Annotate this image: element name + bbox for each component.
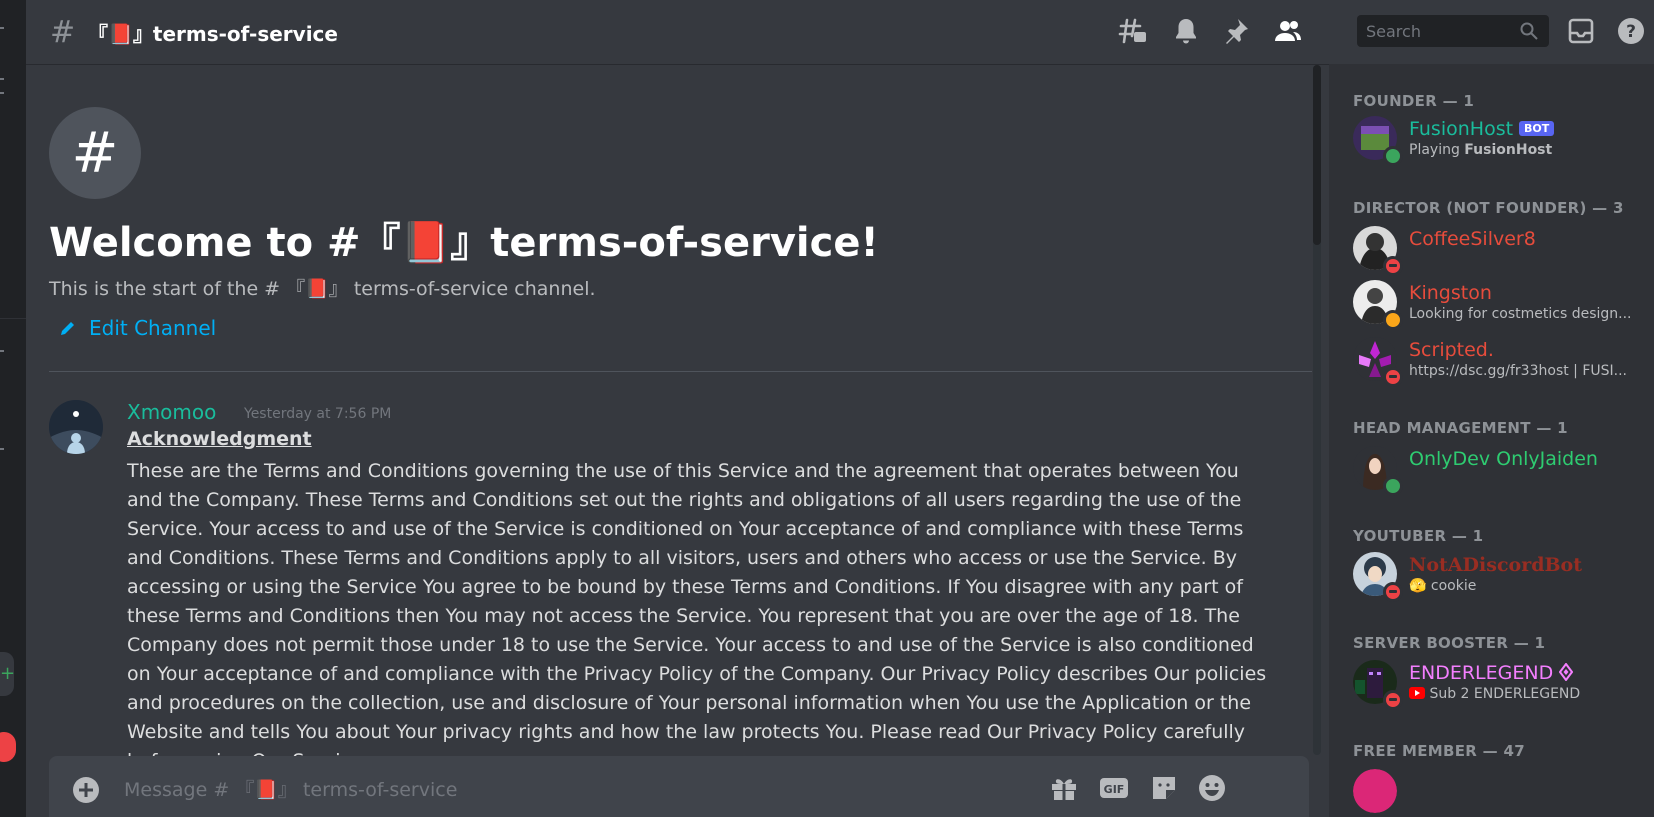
member-activity: 🫣 cookie [1409, 578, 1477, 594]
message-heading: Acknowledgment [127, 428, 312, 450]
custom-status-emoji: 🫣 [1409, 578, 1427, 594]
member-item[interactable]: Kingston Looking for costmetics design..… [1353, 280, 1643, 330]
search-box[interactable]: Search [1357, 15, 1549, 47]
role-header-head-management: HEAD MANAGEMENT — 1 [1353, 419, 1568, 437]
server-indicator [0, 448, 4, 450]
help-icon[interactable]: ? [1616, 16, 1646, 46]
status-dnd-indicator [1383, 690, 1403, 710]
role-header-director: DIRECTOR (NOT FOUNDER) — 3 [1353, 199, 1624, 217]
welcome-subtitle: This is the start of the # 『📕』 terms-of-… [49, 278, 596, 300]
member-item[interactable]: Scripted. https://dsc.gg/fr33host | FUSI… [1353, 337, 1643, 387]
role-header-free-member: FREE MEMBER — 47 [1353, 742, 1525, 760]
nitro-boost-icon [1559, 662, 1574, 682]
message-composer[interactable]: Message # 『📕』 terms-of-service GIF [49, 756, 1309, 817]
message-author[interactable]: Xmomoo [127, 400, 216, 424]
server-indicator [0, 92, 4, 94]
svg-text:?: ? [1626, 22, 1636, 42]
member-activity: Looking for costmetics design... [1409, 306, 1632, 322]
server-indicator [0, 78, 4, 80]
svg-text:GIF: GIF [1104, 783, 1125, 796]
threads-icon[interactable] [1118, 16, 1148, 46]
status-idle-indicator [1383, 310, 1403, 330]
status-online-indicator [1383, 146, 1403, 166]
channel-header: # 『📕』terms-of-service Search ? [26, 0, 1654, 64]
message-timestamp: Yesterday at 7:56 PM [244, 406, 392, 422]
edit-channel-link[interactable]: Edit Channel [59, 316, 216, 340]
divider [49, 371, 1312, 372]
message-input[interactable]: Message # 『📕』 terms-of-service [124, 775, 457, 802]
members-icon[interactable] [1273, 16, 1303, 46]
member-item[interactable]: NotADiscordBot 🫣 cookie [1353, 552, 1643, 602]
member-activity: Playing FusionHost [1409, 142, 1553, 158]
member-name: CoffeeSilver8 [1409, 228, 1536, 250]
inbox-icon[interactable] [1566, 16, 1596, 46]
gift-icon[interactable] [1049, 773, 1079, 803]
channel-title: 『📕』terms-of-service [88, 21, 338, 46]
search-input[interactable]: Search [1366, 22, 1519, 41]
member-item[interactable]: OnlyDev OnlyJaiden [1353, 446, 1643, 496]
member-item[interactable]: CoffeeSilver8 [1353, 226, 1643, 276]
search-icon [1520, 22, 1538, 40]
member-activity: Sub 2 ENDERLEGEND [1409, 686, 1580, 702]
server-list-edge: + [0, 0, 26, 817]
status-dnd-indicator [1383, 367, 1403, 387]
server-separator [0, 318, 26, 319]
youtube-icon [1409, 687, 1425, 699]
member-name: Kingston [1409, 282, 1492, 304]
edit-channel-label[interactable]: Edit Channel [89, 316, 216, 340]
member-name: FusionHost BOT [1409, 118, 1555, 140]
member-item[interactable] [1353, 769, 1643, 815]
bot-badge: BOT [1519, 121, 1555, 136]
status-online-indicator [1383, 476, 1403, 496]
member-name: NotADiscordBot [1409, 554, 1582, 576]
server-indicator [0, 27, 4, 29]
role-header-server-booster: SERVER BOOSTER — 1 [1353, 634, 1546, 652]
add-server-icon[interactable]: + [0, 652, 15, 696]
channel-hash-icon: # [50, 14, 76, 50]
emoji-icon[interactable] [1197, 773, 1227, 803]
welcome-hash-icon: # [49, 107, 141, 199]
notification-server-icon[interactable] [0, 732, 16, 762]
status-dnd-indicator [1383, 256, 1403, 276]
member-name: OnlyDev OnlyJaiden [1409, 448, 1598, 470]
welcome-title: Welcome to #『📕』terms-of-service! [49, 220, 879, 266]
bell-icon[interactable] [1171, 16, 1201, 46]
role-header-founder: FOUNDER — 1 [1353, 92, 1475, 110]
add-attachment-icon[interactable] [71, 775, 101, 805]
member-activity: https://dsc.gg/fr33host | FUSI... [1409, 363, 1628, 379]
sticker-icon[interactable] [1149, 773, 1179, 803]
avatar [1353, 769, 1397, 813]
member-item[interactable]: FusionHost BOT Playing FusionHost [1353, 116, 1643, 166]
avatar[interactable] [49, 400, 103, 454]
role-header-youtuber: YOUTUBER — 1 [1353, 527, 1484, 545]
message-body: These are the Terms and Conditions gover… [127, 460, 1267, 772]
pencil-icon [61, 322, 74, 335]
member-name: Scripted. [1409, 339, 1494, 361]
chat-scrollbar-thumb[interactable] [1313, 65, 1321, 245]
member-item[interactable]: ENDERLEGEND Sub 2 ENDERLEGEND [1353, 660, 1643, 710]
member-name: ENDERLEGEND [1409, 662, 1574, 684]
pin-icon[interactable] [1221, 16, 1251, 46]
gif-icon[interactable]: GIF [1099, 773, 1129, 803]
member-list: FOUNDER — 1 FusionHost BOT Playing Fusion… [1329, 64, 1654, 817]
chat-area: # Welcome to #『📕』terms-of-service! This … [26, 64, 1329, 817]
status-dnd-indicator [1383, 582, 1403, 602]
server-indicator [0, 350, 4, 352]
